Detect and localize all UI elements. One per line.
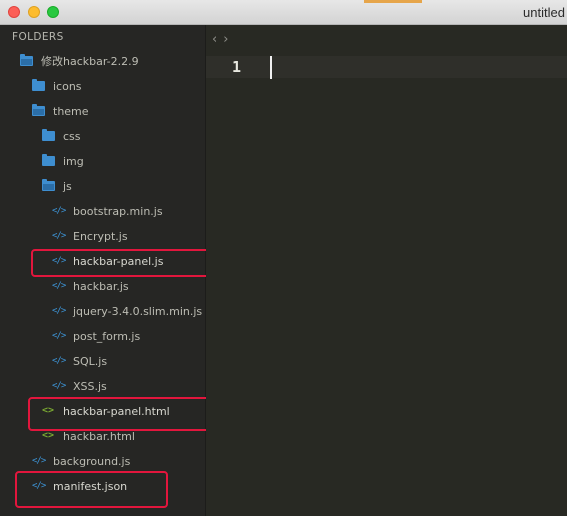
tree-folder-icons[interactable]: icons	[32, 76, 82, 96]
tree-file-background-js[interactable]: </> background.js	[32, 451, 130, 471]
editor-pane[interactable]: ‹› 1	[206, 25, 567, 516]
tree-item-label: jquery-3.4.0.slim.min.js	[73, 304, 203, 318]
tree-item-label: 修改hackbar-2.2.9	[41, 55, 139, 68]
sidebar: FOLDERS 修改hackbar-2.2.9 icons theme css …	[0, 25, 211, 516]
nav-back-icon[interactable]: ‹	[212, 32, 223, 47]
tree-folder-js[interactable]: js	[42, 176, 72, 196]
tree-file-jquery-js[interactable]: </> jquery-3.4.0.slim.min.js	[52, 301, 202, 321]
folder-open-icon	[20, 54, 34, 67]
tree-item-label: manifest.json	[53, 479, 128, 493]
code-file-icon: </>	[32, 456, 46, 466]
tree-file-hackbar-html[interactable]: <> hackbar.html	[42, 426, 135, 446]
folders-header: FOLDERS	[12, 31, 64, 43]
tree-item-label: icons	[53, 79, 82, 93]
tree-folder-theme[interactable]: theme	[32, 101, 89, 121]
tree-item-label: background.js	[53, 454, 131, 468]
tree-item-label: img	[63, 154, 84, 168]
tree-file-post-form-js[interactable]: </> post_form.js	[52, 326, 140, 346]
tree-folder-root[interactable]: 修改hackbar-2.2.9	[20, 51, 139, 71]
tree-file-xss-js[interactable]: </> XSS.js	[52, 376, 107, 396]
tree-item-label: js	[63, 179, 72, 193]
code-file-icon: </>	[52, 206, 66, 216]
tree-item-label: post_form.js	[73, 329, 141, 343]
tree-item-label: css	[63, 129, 81, 143]
folder-icon	[42, 129, 56, 142]
code-file-icon: </>	[52, 281, 66, 291]
window-title: untitled	[523, 5, 565, 20]
tree-file-hackbar-panel-html[interactable]: <> hackbar-panel.html	[42, 401, 170, 421]
code-file-icon: </>	[52, 306, 66, 316]
active-tab-indicator	[364, 0, 422, 3]
folder-open-icon	[32, 104, 46, 117]
current-line-highlight	[206, 56, 567, 78]
tree-item-label: Encrypt.js	[73, 229, 128, 243]
folder-icon	[32, 79, 46, 92]
tree-item-label: bootstrap.min.js	[73, 204, 163, 218]
editor-window: untitled FOLDERS 修改hackbar-2.2.9 icons t…	[0, 0, 567, 516]
tree-item-label: hackbar.js	[73, 279, 129, 293]
html-file-icon: <>	[42, 430, 55, 441]
tree-file-bootstrap-min-js[interactable]: </> bootstrap.min.js	[52, 201, 163, 221]
tree-item-label: hackbar-panel.html	[63, 404, 170, 418]
tree-item-label: hackbar-panel.js	[73, 254, 164, 268]
folder-icon	[42, 154, 56, 167]
tree-item-label: hackbar.html	[63, 429, 135, 443]
title-bar: untitled	[0, 0, 567, 25]
tree-file-manifest-json[interactable]: </> manifest.json	[32, 476, 127, 496]
tree-file-sql-js[interactable]: </> SQL.js	[52, 351, 107, 371]
tree-item-label: XSS.js	[73, 379, 107, 393]
tree-item-label: SQL.js	[73, 354, 108, 368]
tree-item-label: theme	[53, 104, 89, 118]
text-caret	[270, 56, 272, 79]
code-file-icon: </>	[52, 356, 66, 366]
line-number: 1	[232, 58, 242, 76]
minimize-window-button[interactable]	[28, 6, 40, 18]
tree-file-encrypt-js[interactable]: </> Encrypt.js	[52, 226, 128, 246]
code-file-icon: </>	[52, 331, 66, 341]
code-file-icon: </>	[32, 481, 46, 491]
navigation-arrows: ‹›	[212, 32, 234, 47]
nav-forward-icon[interactable]: ›	[223, 32, 234, 47]
tree-file-hackbar-js[interactable]: </> hackbar.js	[52, 276, 129, 296]
maximize-window-button[interactable]	[47, 6, 59, 18]
tree-folder-img[interactable]: img	[42, 151, 84, 171]
folder-open-icon	[42, 179, 56, 192]
code-file-icon: </>	[52, 231, 66, 241]
close-window-button[interactable]	[8, 6, 20, 18]
tree-file-hackbar-panel-js[interactable]: </> hackbar-panel.js	[52, 251, 163, 271]
tree-folder-css[interactable]: css	[42, 126, 81, 146]
code-file-icon: </>	[52, 256, 66, 266]
html-file-icon: <>	[42, 405, 55, 416]
code-file-icon: </>	[52, 381, 66, 391]
